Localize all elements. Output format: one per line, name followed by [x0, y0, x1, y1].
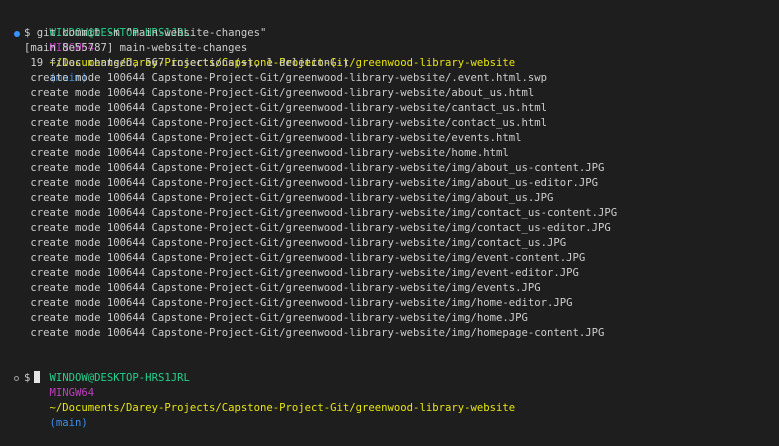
- prompt-symbol: $: [24, 27, 31, 39]
- output-line: create mode 100644 Capstone-Project-Git/…: [24, 267, 579, 279]
- terminal-cursor: [34, 371, 41, 383]
- command-line: $ git commit -m "main-website-changes": [24, 26, 266, 41]
- input-line[interactable]: $: [24, 371, 41, 386]
- output-line: create mode 100644 Capstone-Project-Git/…: [24, 237, 567, 249]
- prompt-shell: MINGW64: [49, 387, 95, 399]
- prompt-user-host: WINDOW@DESKTOP-HRS1JRL: [49, 372, 190, 384]
- output-line: create mode 100644 Capstone-Project-Git/…: [24, 132, 522, 144]
- output-line: create mode 100644 Capstone-Project-Git/…: [24, 102, 547, 114]
- output-line: create mode 100644 Capstone-Project-Git/…: [24, 282, 541, 294]
- terminal-panel[interactable]: WINDOW@DESKTOP-HRS1JRL MINGW64 ~/Documen…: [0, 0, 779, 429]
- output-line: create mode 100644 Capstone-Project-Git/…: [24, 222, 611, 234]
- output-line: create mode 100644 Capstone-Project-Git/…: [24, 87, 535, 99]
- output-line: create mode 100644 Capstone-Project-Git/…: [24, 162, 605, 174]
- prompt-line: WINDOW@DESKTOP-HRS1JRL MINGW64 ~/Documen…: [24, 356, 516, 429]
- command-success-decoration-icon[interactable]: [14, 31, 20, 37]
- output-line: create mode 100644 Capstone-Project-Git/…: [24, 252, 586, 264]
- output-line: create mode 100644 Capstone-Project-Git/…: [24, 297, 573, 309]
- output-line: create mode 100644 Capstone-Project-Git/…: [24, 177, 599, 189]
- command-text: git commit -m "main-website-changes": [36, 27, 267, 39]
- prompt-branch: (main): [49, 417, 88, 429]
- commit-header: [main 8e55787] main-website-changes: [24, 42, 248, 54]
- output-line: create mode 100644 Capstone-Project-Git/…: [24, 72, 547, 84]
- output-line: create mode 100644 Capstone-Project-Git/…: [24, 147, 509, 159]
- output-line: create mode 100644 Capstone-Project-Git/…: [24, 192, 554, 204]
- output-line: create mode 100644 Capstone-Project-Git/…: [24, 117, 547, 129]
- prompt-line: WINDOW@DESKTOP-HRS1JRL MINGW64 ~/Documen…: [24, 11, 516, 84]
- command-pending-decoration-icon[interactable]: [14, 376, 19, 381]
- commit-summary: 19 files changed, 567 insertions(+), 1 d…: [24, 57, 350, 69]
- output-line: create mode 100644 Capstone-Project-Git/…: [24, 327, 605, 339]
- output-line: create mode 100644 Capstone-Project-Git/…: [24, 312, 528, 324]
- prompt-symbol: $: [24, 372, 31, 384]
- output-line: create mode 100644 Capstone-Project-Git/…: [24, 207, 618, 219]
